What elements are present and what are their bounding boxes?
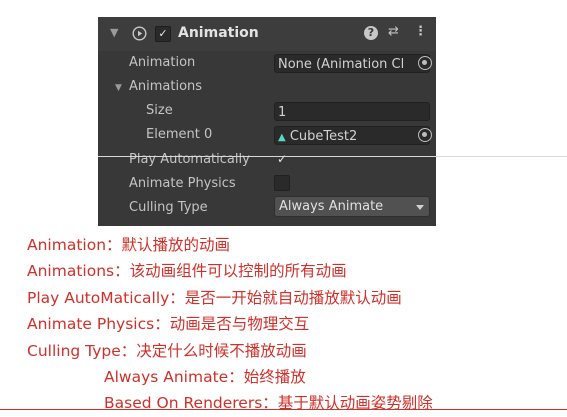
culling-type-dropdown[interactable]: Always Animate xyxy=(274,196,430,217)
preset-icon[interactable]: ⇄ xyxy=(388,24,399,39)
animate-physics-checkbox[interactable] xyxy=(274,175,290,191)
size-label: Size xyxy=(146,103,173,118)
note-line: Play AutoMatically：是否一开始就自动播放默认动画 xyxy=(27,289,402,307)
animation-object-value: None (Animation Cl xyxy=(278,57,405,72)
play-automatically-label: Play Automatically xyxy=(129,152,250,167)
divider-line xyxy=(98,156,567,157)
note-line: Animation：默认播放的动画 xyxy=(27,236,231,254)
inspector-panel: ▼ ✓ Animation ? ⇄ ⋮ Animation None (Anim… xyxy=(98,17,436,226)
element0-object-field[interactable]: ▲ CubeTest2 xyxy=(274,126,430,145)
animations-label[interactable]: Animations xyxy=(129,79,202,94)
element0-label: Element 0 xyxy=(146,127,213,142)
note-line: Animations：该动画组件可以控制的所有动画 xyxy=(27,262,347,280)
note-line: Culling Type：决定什么时候不播放动画 xyxy=(27,342,307,360)
component-enabled-checkbox[interactable]: ✓ xyxy=(155,26,171,42)
note-line: Animate Physics：动画是否与物理交互 xyxy=(27,315,310,333)
size-field[interactable]: 1 xyxy=(274,102,430,121)
component-header[interactable]: ▼ ✓ Animation ? ⇄ ⋮ xyxy=(98,17,436,51)
component-title: Animation xyxy=(178,25,259,41)
animation-component-icon xyxy=(132,26,147,41)
animations-fold-icon[interactable]: ▼ xyxy=(115,83,122,93)
fold-arrow-icon[interactable]: ▼ xyxy=(110,26,118,39)
culling-type-label: Culling Type xyxy=(129,200,208,215)
element0-value: CubeTest2 xyxy=(289,129,358,144)
help-icon[interactable]: ? xyxy=(364,26,378,40)
animation-object-field[interactable]: None (Animation Cl xyxy=(274,54,430,73)
size-value: 1 xyxy=(278,105,287,120)
object-picker-icon[interactable] xyxy=(418,56,432,70)
culling-type-value: Always Animate xyxy=(279,199,384,214)
bottom-divider xyxy=(0,409,567,410)
note-line: Always Animate：始终播放 xyxy=(104,368,306,386)
play-automatically-checkbox[interactable]: ✓ xyxy=(274,151,290,167)
kebab-menu-icon[interactable]: ⋮ xyxy=(414,24,427,39)
animation-label: Animation xyxy=(129,55,196,70)
animation-clip-icon: ▲ xyxy=(278,132,286,143)
animate-physics-label: Animate Physics xyxy=(129,176,236,191)
chevron-down-icon xyxy=(416,205,424,210)
object-picker-icon[interactable] xyxy=(418,128,432,142)
